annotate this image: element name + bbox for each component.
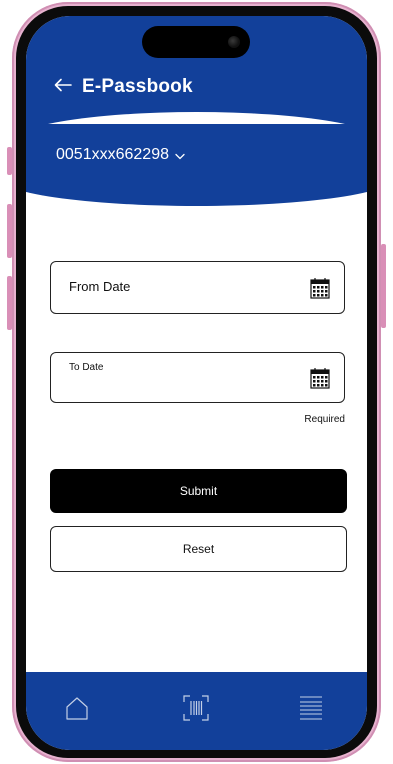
- side-button-power: [381, 244, 386, 328]
- chevron-down-icon: [175, 150, 185, 162]
- page-title: E-Passbook: [82, 76, 193, 97]
- calendar-icon[interactable]: [310, 277, 330, 299]
- app-screen: E-Passbook 0051xxx662298 From Date To Da…: [26, 16, 367, 750]
- back-arrow-icon[interactable]: [54, 76, 72, 96]
- account-number: 0051xxx662298: [56, 146, 169, 163]
- required-helper-text: Required: [304, 414, 345, 425]
- camera-icon: [228, 36, 240, 48]
- account-band: [26, 124, 367, 206]
- side-button-volume-down: [7, 276, 12, 330]
- side-button-volume-up: [7, 204, 12, 258]
- from-date-label: From Date: [69, 279, 131, 294]
- bottom-nav: [26, 672, 367, 750]
- submit-button[interactable]: Submit: [50, 469, 347, 513]
- calendar-icon[interactable]: [310, 367, 330, 389]
- reset-button[interactable]: Reset: [50, 526, 347, 572]
- to-date-label: To Date: [69, 362, 104, 373]
- dynamic-island: [142, 26, 250, 58]
- menu-icon[interactable]: [298, 695, 324, 721]
- to-date-field[interactable]: To Date: [50, 352, 345, 403]
- barcode-scan-icon[interactable]: [183, 695, 209, 721]
- side-button-action: [7, 147, 12, 175]
- home-icon[interactable]: [64, 695, 90, 721]
- account-selector[interactable]: 0051xxx662298: [56, 146, 185, 164]
- from-date-field[interactable]: From Date: [50, 261, 345, 314]
